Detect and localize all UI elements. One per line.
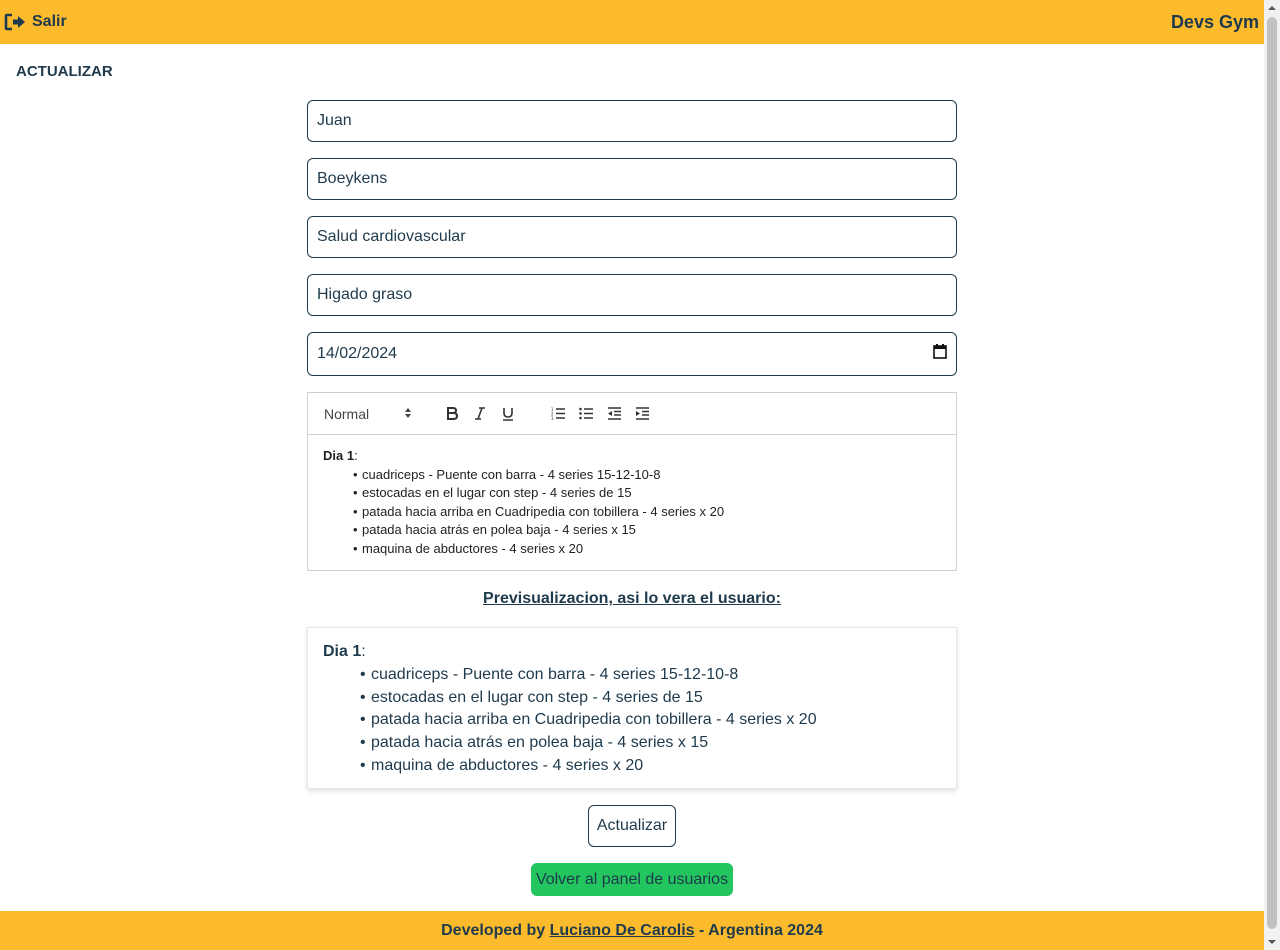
brand-name: Devs Gym — [1170, 11, 1259, 32]
bold-button[interactable] — [438, 402, 466, 426]
outdent-icon — [607, 407, 621, 420]
list-item: estocadas en el lugar con step - 4 serie… — [353, 484, 941, 503]
preview-exercise-list: cuadriceps - Puente con barra - 4 series… — [323, 664, 941, 778]
date-value: 14/02/2024 — [317, 345, 398, 362]
indent-icon — [635, 407, 649, 420]
logout-label: Salir — [32, 13, 67, 30]
editor-day-title: Dia 1 — [323, 448, 355, 463]
ordered-list-icon: 123 — [551, 407, 565, 420]
list-item: estocadas en el lugar con step - 4 serie… — [360, 687, 941, 710]
routine-editor: Normal 123 Dia 1: • cuadriceps - Puente … — [307, 392, 957, 571]
first-name-field[interactable]: Juan — [307, 100, 957, 142]
underline-icon — [503, 407, 513, 421]
goal-field[interactable]: Salud cardiovascular — [307, 216, 957, 258]
goal-value: Salud cardiovascular — [317, 228, 466, 245]
bold-icon — [447, 407, 458, 420]
editor-toolbar: Normal 123 — [308, 393, 956, 435]
form-actions: Actualizar Volver al panel de usuarios — [307, 805, 957, 896]
page-title: ACTUALIZAR — [16, 63, 113, 80]
update-button[interactable]: Actualizar — [587, 805, 677, 847]
select-arrows-icon — [404, 406, 412, 422]
calendar-icon[interactable] — [933, 344, 947, 364]
update-form: Juan Boeykens Salud cardiovascular Higad… — [307, 100, 957, 896]
top-navbar: Salir Devs Gym — [0, 0, 1264, 44]
editor-exercise-list: cuadriceps - Puente con barra - 4 series… — [323, 466, 941, 559]
list-item: cuadriceps - Puente con barra - 4 series… — [360, 664, 941, 687]
indent-button[interactable] — [628, 402, 656, 426]
ordered-list-button[interactable]: 123 — [544, 402, 572, 426]
logout-button[interactable]: Salir — [4, 13, 67, 31]
logout-icon — [4, 13, 26, 31]
preview-heading: Previsualizacion, asi lo vera el usuario… — [483, 590, 781, 607]
scroll-down-arrow-icon[interactable] — [1264, 934, 1280, 950]
svg-text:3: 3 — [551, 416, 554, 420]
list-item: maquina de abductores - 4 series x 20 — [360, 755, 941, 778]
bullet-list-button[interactable] — [572, 402, 600, 426]
list-item: patada hacia arriba en Cuadripedia con t… — [353, 503, 941, 522]
author-link[interactable]: Luciano De Carolis — [550, 922, 695, 940]
condition-field[interactable]: Higado graso — [307, 274, 957, 316]
format-select[interactable]: Normal — [324, 406, 414, 422]
footer: Developed by Luciano De Carolis - Argent… — [0, 911, 1264, 950]
condition-value: Higado graso — [317, 286, 413, 303]
scroll-up-arrow-icon[interactable] — [1264, 0, 1280, 16]
list-item: maquina de abductores - 4 series x 20 — [353, 540, 941, 559]
bullet-list-icon — [578, 407, 593, 420]
preview-card: Dia 1: cuadriceps - Puente con barra - 4… — [307, 627, 957, 789]
underline-button[interactable] — [494, 402, 522, 426]
footer-prefix: Developed by — [441, 921, 546, 939]
list-item: patada hacia atrás en polea baja - 4 ser… — [353, 521, 941, 540]
first-name-value: Juan — [317, 112, 352, 129]
italic-icon — [475, 407, 485, 420]
list-item: patada hacia arriba en Cuadripedia con t… — [360, 709, 941, 732]
last-name-value: Boeykens — [317, 170, 388, 187]
footer-suffix: - Argentina 2024 — [698, 921, 823, 939]
scroll-thumb[interactable] — [1267, 17, 1277, 929]
list-item: patada hacia atrás en polea baja - 4 ser… — [360, 732, 941, 755]
format-select-value: Normal — [324, 405, 370, 422]
list-item: cuadriceps - Puente con barra - 4 series… — [353, 466, 941, 485]
date-field[interactable]: 14/02/2024 — [307, 332, 957, 376]
back-to-users-button[interactable]: Volver al panel de usuarios — [530, 863, 734, 896]
page-scrollbar[interactable] — [1264, 0, 1280, 950]
italic-button[interactable] — [466, 402, 494, 426]
preview-day-title: Dia 1 — [323, 643, 362, 660]
outdent-button[interactable] — [600, 402, 628, 426]
last-name-field[interactable]: Boeykens — [307, 158, 957, 200]
editor-content[interactable]: Dia 1: cuadriceps - Puente con barra - 4… — [308, 435, 956, 570]
